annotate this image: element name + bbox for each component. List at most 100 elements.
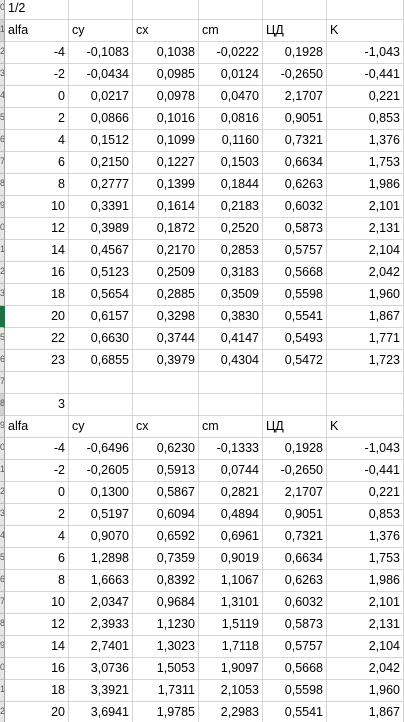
data-cell[interactable]: 0,5867 <box>133 482 199 504</box>
data-cell[interactable]: 0 <box>5 482 69 504</box>
column-header-cd[interactable]: ЦД <box>263 20 327 42</box>
column-header-cx[interactable]: cx <box>133 416 199 438</box>
data-cell[interactable]: 0,7321 <box>263 526 327 548</box>
data-cell[interactable]: 1,6663 <box>69 570 133 592</box>
data-cell[interactable]: 2,0347 <box>69 592 133 614</box>
column-header-k[interactable]: K <box>327 20 404 42</box>
data-cell[interactable]: 0,2183 <box>199 196 263 218</box>
data-cell[interactable]: 0,0978 <box>133 86 199 108</box>
data-cell[interactable]: 3,6941 <box>69 702 133 722</box>
cell[interactable] <box>69 394 133 416</box>
data-cell[interactable]: 12 <box>5 218 69 240</box>
data-cell[interactable]: 0,1016 <box>133 108 199 130</box>
data-cell[interactable]: 0,8392 <box>133 570 199 592</box>
data-cell[interactable]: -0,2650 <box>263 460 327 482</box>
data-cell[interactable]: 14 <box>5 240 69 262</box>
data-cell[interactable]: 2,101 <box>327 592 404 614</box>
data-cell[interactable]: 0,5541 <box>263 306 327 328</box>
cell[interactable] <box>327 372 404 394</box>
data-cell[interactable]: 0,5913 <box>133 460 199 482</box>
data-cell[interactable]: 2,042 <box>327 262 404 284</box>
data-cell[interactable]: 1,5053 <box>133 658 199 680</box>
data-cell[interactable]: 0,2853 <box>199 240 263 262</box>
data-cell[interactable]: 1,376 <box>327 130 404 152</box>
data-cell[interactable]: 8 <box>5 570 69 592</box>
cell[interactable] <box>133 0 199 20</box>
data-cell[interactable]: 22 <box>5 328 69 350</box>
data-cell[interactable]: 0,2509 <box>133 262 199 284</box>
data-cell[interactable]: 0,1928 <box>263 42 327 64</box>
data-cell[interactable]: 0,853 <box>327 504 404 526</box>
cell[interactable] <box>327 394 404 416</box>
data-cell[interactable]: 1,986 <box>327 174 404 196</box>
data-cell[interactable]: 0,853 <box>327 108 404 130</box>
data-cell[interactable]: 0,1099 <box>133 130 199 152</box>
column-header-cy[interactable]: cy <box>69 416 133 438</box>
data-cell[interactable]: 0,9070 <box>69 526 133 548</box>
data-cell[interactable]: 0,0816 <box>199 108 263 130</box>
data-cell[interactable]: 2,2983 <box>199 702 263 722</box>
data-cell[interactable]: 0,5598 <box>263 680 327 702</box>
cell[interactable] <box>133 372 199 394</box>
data-cell[interactable]: 0,6630 <box>69 328 133 350</box>
data-cell[interactable]: 0,3989 <box>69 218 133 240</box>
data-cell[interactable]: 0,7359 <box>133 548 199 570</box>
cell[interactable] <box>327 0 404 20</box>
data-cell[interactable]: 0,5668 <box>263 658 327 680</box>
data-cell[interactable]: 18 <box>5 680 69 702</box>
data-cell[interactable]: 0,7321 <box>263 130 327 152</box>
data-cell[interactable]: 1,7118 <box>199 636 263 658</box>
data-cell[interactable]: 2,131 <box>327 218 404 240</box>
data-cell[interactable]: 2,104 <box>327 240 404 262</box>
cell[interactable] <box>263 394 327 416</box>
data-cell[interactable]: 6 <box>5 152 69 174</box>
data-cell[interactable]: -0,6496 <box>69 438 133 460</box>
data-cell[interactable]: 0,0744 <box>199 460 263 482</box>
data-cell[interactable]: 2,7401 <box>69 636 133 658</box>
data-cell[interactable]: 0,0217 <box>69 86 133 108</box>
data-cell[interactable]: 0,5598 <box>263 284 327 306</box>
data-cell[interactable]: 2,104 <box>327 636 404 658</box>
data-cell[interactable]: 0,5668 <box>263 262 327 284</box>
data-cell[interactable]: 10 <box>5 196 69 218</box>
cell[interactable] <box>199 0 263 20</box>
data-cell[interactable]: 0,1928 <box>263 438 327 460</box>
data-cell[interactable]: 0,1872 <box>133 218 199 240</box>
column-header-cd[interactable]: ЦД <box>263 416 327 438</box>
data-cell[interactable]: 0,5197 <box>69 504 133 526</box>
data-cell[interactable]: -1,043 <box>327 42 404 64</box>
data-cell[interactable]: -2 <box>5 64 69 86</box>
data-cell[interactable]: 0,6263 <box>263 570 327 592</box>
data-cell[interactable]: 0,5757 <box>263 636 327 658</box>
data-cell[interactable]: 1,2898 <box>69 548 133 570</box>
data-cell[interactable]: 0,6157 <box>69 306 133 328</box>
data-cell[interactable]: 0,5654 <box>69 284 133 306</box>
data-cell[interactable]: 1,5119 <box>199 614 263 636</box>
data-cell[interactable]: 18 <box>5 284 69 306</box>
data-cell[interactable]: 0,5541 <box>263 702 327 722</box>
data-cell[interactable]: 3,3921 <box>69 680 133 702</box>
data-cell[interactable]: 0,1503 <box>199 152 263 174</box>
data-cell[interactable]: 0,6094 <box>133 504 199 526</box>
data-cell[interactable]: 0,2821 <box>199 482 263 504</box>
column-header-alfa[interactable]: alfa <box>5 416 69 438</box>
data-cell[interactable]: -0,1083 <box>69 42 133 64</box>
data-cell[interactable]: 4 <box>5 130 69 152</box>
data-cell[interactable]: 0,6634 <box>263 548 327 570</box>
data-cell[interactable]: 23 <box>5 350 69 372</box>
data-cell[interactable]: -0,441 <box>327 64 404 86</box>
cell[interactable] <box>133 394 199 416</box>
data-cell[interactable]: 2,1707 <box>263 86 327 108</box>
data-cell[interactable]: 0,5757 <box>263 240 327 262</box>
data-cell[interactable]: 1,960 <box>327 680 404 702</box>
data-cell[interactable]: 16 <box>5 262 69 284</box>
data-cell[interactable]: 1,867 <box>327 306 404 328</box>
data-cell[interactable]: 0,3298 <box>133 306 199 328</box>
data-cell[interactable]: 2,042 <box>327 658 404 680</box>
data-cell[interactable]: 1,1230 <box>133 614 199 636</box>
data-cell[interactable]: 0,6230 <box>133 438 199 460</box>
data-cell[interactable]: 1,9785 <box>133 702 199 722</box>
data-cell[interactable]: 1,1067 <box>199 570 263 592</box>
cell[interactable] <box>69 372 133 394</box>
data-cell[interactable]: 14 <box>5 636 69 658</box>
